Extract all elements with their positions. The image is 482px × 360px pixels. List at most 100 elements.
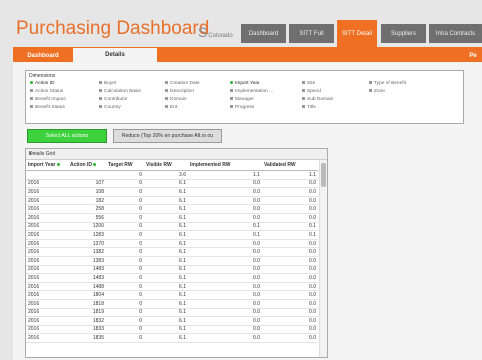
table-cell: 1283 bbox=[68, 230, 106, 240]
tab-dashboard[interactable]: Dashboard bbox=[241, 24, 286, 43]
table-row[interactable]: 2016 107 0 6.1 0.0 0.0 bbox=[26, 179, 318, 189]
table-cell: 0.0 bbox=[262, 265, 318, 275]
tab-sitt-full[interactable]: SITT Full bbox=[289, 24, 334, 43]
subtab-details[interactable]: Details bbox=[73, 48, 157, 62]
table-row[interactable]: 2016 1283 0 6.1 0.1 0.1 bbox=[26, 230, 318, 240]
table-row[interactable]: 2016 1483 0 6.1 0.0 0.0 bbox=[26, 273, 318, 283]
table-row[interactable]: 2016 1835 0 6.1 0.0 0.0 bbox=[26, 333, 318, 343]
table-cell: 2016 bbox=[26, 256, 68, 266]
dimension-checkbox[interactable]: Benefit Status bbox=[30, 105, 65, 110]
table-cell: 2016 bbox=[26, 222, 68, 232]
table-cell: 0.0 bbox=[188, 265, 262, 275]
dimension-checkbox[interactable]: Contributor bbox=[99, 97, 128, 102]
dimension-checkbox[interactable]: Title bbox=[302, 105, 316, 110]
table-row[interactable]: 2016 1833 0 6.1 0.0 0.0 bbox=[26, 325, 318, 335]
reduce-top-20-button[interactable]: Reduce (Top 20% en purchase Alt.rs ou bbox=[113, 129, 222, 143]
scrollbar-thumb[interactable] bbox=[321, 163, 326, 187]
table-cell: 0 bbox=[106, 230, 144, 240]
column-header-implemented-rw[interactable]: Implemented RW bbox=[188, 160, 262, 171]
table-cell: 0.1 bbox=[262, 222, 318, 232]
column-header-visible-rw[interactable]: Visible RW bbox=[144, 160, 188, 171]
table-row[interactable]: 2016 1818 0 6.1 0.0 0.0 bbox=[26, 299, 318, 309]
table-cell: 0.1 bbox=[262, 230, 318, 240]
table-cell: 0.0 bbox=[262, 290, 318, 300]
checkbox-mark-icon bbox=[165, 89, 168, 93]
collapse-icon[interactable]: ▾ bbox=[29, 151, 324, 157]
dimension-checkbox[interactable]: Progress bbox=[230, 105, 254, 110]
dimension-checkbox[interactable]: Site bbox=[302, 81, 315, 86]
table-row[interactable]: 2016 1383 0 6.1 0.0 0.0 bbox=[26, 256, 318, 266]
column-header-action-id[interactable]: Action ID bbox=[68, 160, 106, 171]
dimension-checkbox[interactable]: Sub Domain bbox=[302, 97, 333, 102]
dimension-checkbox[interactable]: Buyer bbox=[99, 81, 117, 86]
table-row[interactable]: 2016 1804 0 6.1 0.0 0.0 bbox=[26, 290, 318, 300]
dimension-checkbox[interactable]: Description bbox=[165, 89, 194, 94]
dimension-label: Calculation Basis bbox=[104, 89, 141, 94]
table-scrollbar[interactable] bbox=[319, 160, 327, 357]
table-cell: 1483 bbox=[68, 273, 106, 283]
table-cell: 1200 bbox=[68, 222, 106, 232]
table-row[interactable]: 2016 556 0 6.1 0.0 0.0 bbox=[26, 213, 318, 223]
dimension-label: Manager bbox=[235, 97, 254, 102]
tab-intra-contracts[interactable]: Intra Contracts bbox=[429, 24, 482, 43]
dimension-label: Sub Domain bbox=[307, 97, 334, 102]
checkbox-mark-icon bbox=[99, 89, 102, 93]
dimension-label: Benefit Impact bbox=[35, 97, 66, 102]
dimension-checkbox[interactable]: Import Year bbox=[230, 81, 260, 86]
dimension-checkbox[interactable]: Creation Date bbox=[165, 81, 200, 86]
table-cell: 6.1 bbox=[144, 325, 188, 335]
dimension-checkbox[interactable]: Type of Benefit bbox=[369, 81, 406, 86]
dimension-label: Creation Date bbox=[170, 81, 200, 86]
dimension-checkbox[interactable]: Implementation ... bbox=[230, 89, 273, 94]
dimension-checkbox[interactable]: Domain bbox=[165, 97, 187, 102]
table-cell: 0.0 bbox=[188, 325, 262, 335]
dimension-label: Contributor bbox=[104, 97, 128, 102]
column-header-validated-rw[interactable]: Validated RW bbox=[262, 160, 318, 171]
dimension-checkbox[interactable]: Calculation Basis bbox=[99, 89, 141, 94]
dimension-label: Import Year bbox=[235, 81, 260, 86]
dimension-checkbox[interactable]: Zone bbox=[369, 89, 385, 94]
table-row[interactable]: 2016 1488 0 6.1 0.0 0.0 bbox=[26, 282, 318, 292]
table-cell: 0 bbox=[106, 256, 144, 266]
dimension-checkbox[interactable]: Action ID bbox=[30, 81, 54, 86]
table-row[interactable]: 2016 182 0 6.1 0.0 0.0 bbox=[26, 196, 318, 206]
table-row[interactable]: 2016 1200 0 6.1 0.1 0.1 bbox=[26, 222, 318, 232]
table-cell: 0 bbox=[106, 213, 144, 223]
tab-sitt-detail[interactable]: SITT Detail bbox=[337, 20, 377, 47]
column-header-import-year[interactable]: Import Year bbox=[26, 160, 68, 171]
dimension-checkbox[interactable]: Benefit Impact bbox=[30, 97, 66, 102]
table-cell: 1832 bbox=[68, 316, 106, 326]
dimension-label: Implementation ... bbox=[235, 89, 274, 94]
table-row[interactable]: 2016 1370 0 6.1 0.0 0.0 bbox=[26, 239, 318, 249]
subtab-dashboard[interactable]: Dashboard bbox=[17, 49, 69, 62]
dimensions-title: Dimensions bbox=[29, 73, 56, 79]
select-all-actions-button[interactable]: Select ALL actions bbox=[27, 129, 107, 143]
details-table: Details Grid ▾ Import Year Action ID Tar… bbox=[25, 148, 328, 358]
table-cell: 2016 bbox=[26, 265, 68, 275]
table-cell: 6.1 bbox=[144, 247, 188, 257]
column-header-target-rw[interactable]: Target RW bbox=[106, 160, 144, 171]
table-cell: 0 bbox=[106, 299, 144, 309]
dimension-checkbox[interactable]: Action Status bbox=[30, 89, 63, 94]
table-cell: 6.1 bbox=[144, 282, 188, 292]
table-row[interactable]: 2016 1819 0 6.1 0.0 0.0 bbox=[26, 308, 318, 318]
dimension-checkbox[interactable]: Manager bbox=[230, 97, 254, 102]
table-row[interactable]: 2016 1382 0 6.1 0.0 0.0 bbox=[26, 247, 318, 257]
table-row[interactable]: 2016 1832 0 6.1 0.0 0.0 bbox=[26, 316, 318, 326]
dimension-checkbox[interactable]: Country bbox=[99, 105, 121, 110]
table-cell: 1804 bbox=[68, 290, 106, 300]
tab-suppliers[interactable]: Suppliers bbox=[381, 24, 426, 43]
sort-indicator-icon bbox=[93, 163, 97, 167]
table-row[interactable]: 2016 258 0 6.1 0.0 0.0 bbox=[26, 204, 318, 214]
table-cell: 0.0 bbox=[262, 316, 318, 326]
table-cell: 6.1 bbox=[144, 308, 188, 318]
table-cell: 0.0 bbox=[262, 213, 318, 223]
dimension-checkbox[interactable]: Ent bbox=[165, 105, 177, 110]
table-row[interactable]: 2016 108 0 6.1 0.0 0.0 bbox=[26, 187, 318, 197]
checkbox-mark-icon bbox=[230, 105, 233, 109]
table-row[interactable]: 2016 1483 0 6.1 0.0 0.0 bbox=[26, 265, 318, 275]
dimension-label: Benefit Status bbox=[35, 105, 65, 110]
table-cell: 0.0 bbox=[262, 299, 318, 309]
dimension-checkbox[interactable]: Spend bbox=[302, 89, 321, 94]
subtab-pe[interactable]: Pe bbox=[466, 49, 480, 62]
